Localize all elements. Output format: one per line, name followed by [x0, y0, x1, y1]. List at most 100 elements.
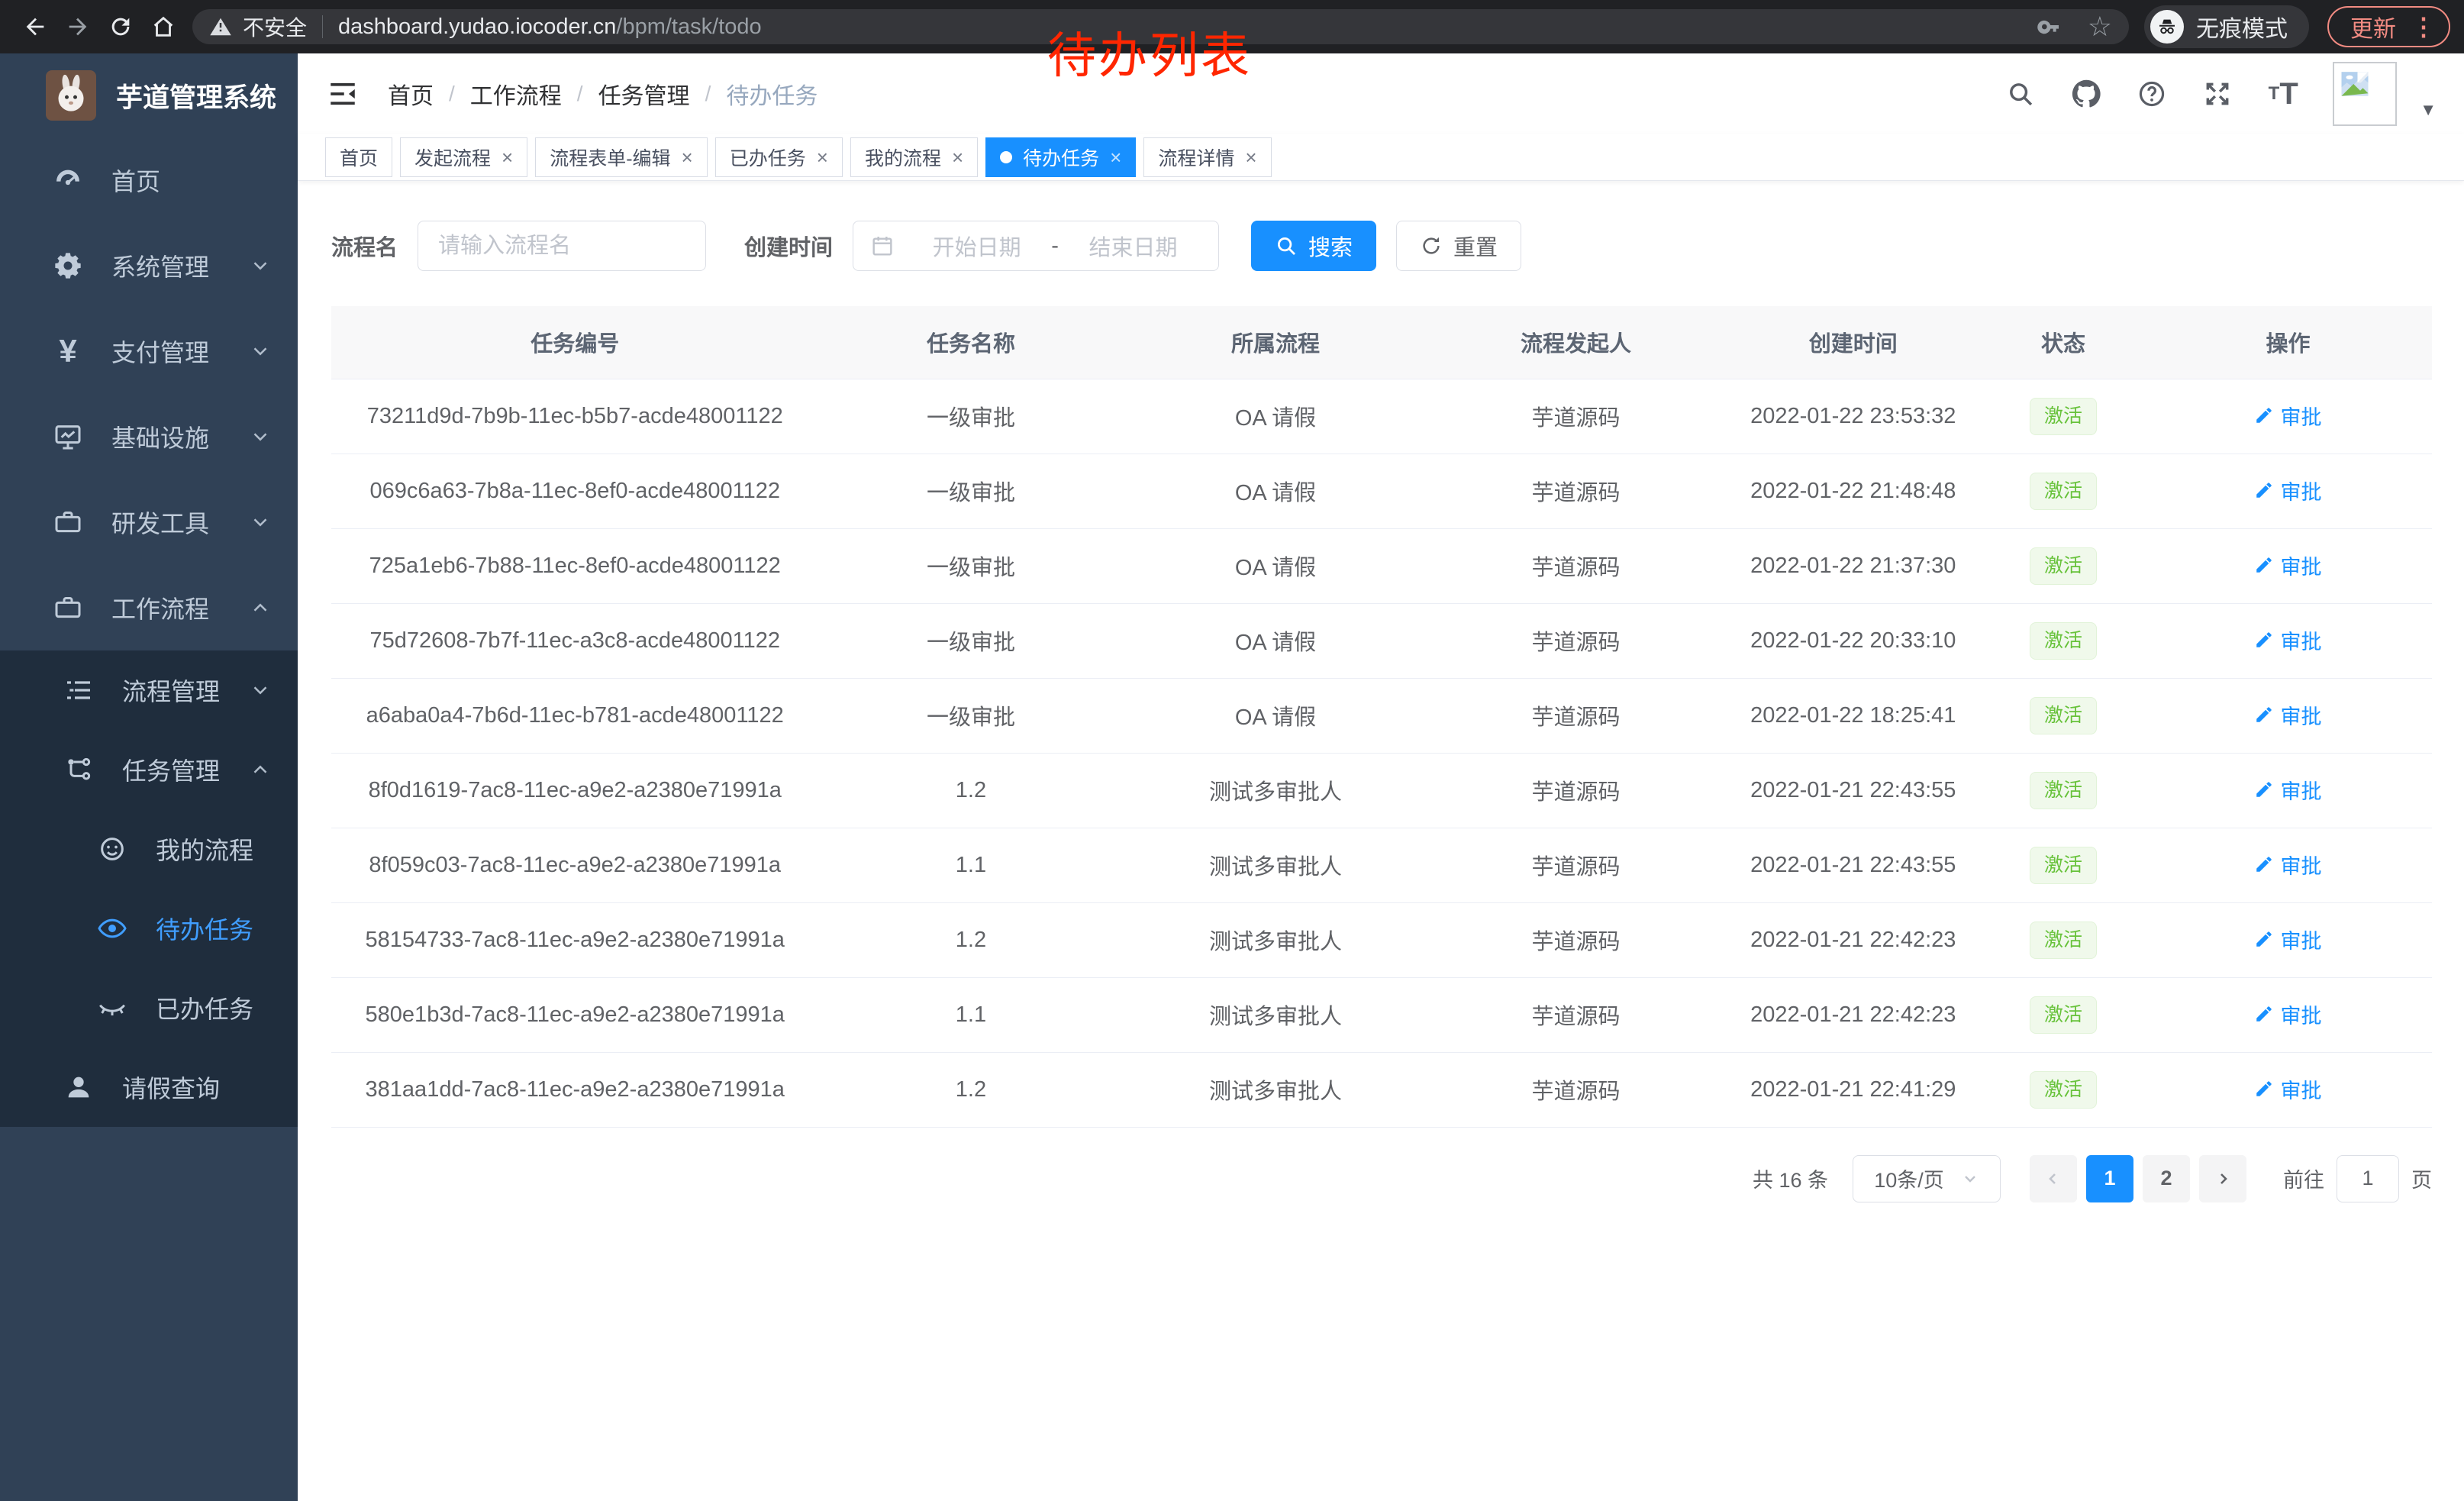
approve-link[interactable]: 审批 [2254, 550, 2321, 580]
date-range-picker[interactable]: 开始日期 - 结束日期 [853, 221, 1219, 271]
sidebar-item-dev-tools[interactable]: 研发工具 [0, 479, 298, 565]
tab-todo-tasks-active[interactable]: 待办任务 × [985, 137, 1136, 177]
breadcrumb: 首页 / 工作流程 / 任务管理 / 待办任务 [388, 77, 818, 111]
breadcrumb-separator: / [577, 82, 583, 106]
close-icon[interactable]: × [682, 147, 693, 167]
page-size-select[interactable]: 10条/页 [1853, 1155, 2001, 1202]
sidebar-item-label: 首页 [111, 163, 160, 198]
sidebar-item-my-process[interactable]: 我的流程 [0, 809, 298, 889]
sidebar-item-label: 研发工具 [111, 505, 209, 540]
browser-reload-button[interactable] [99, 5, 142, 48]
bookmark-star-icon[interactable]: ☆ [2088, 13, 2112, 40]
eye-open-icon [96, 912, 128, 944]
process-name-input[interactable] [418, 221, 706, 271]
red-annotation: 待办列表 [1047, 17, 1252, 87]
font-size-icon[interactable]: TT [2267, 78, 2299, 110]
fullscreen-icon[interactable] [2201, 78, 2233, 110]
tab-start-process[interactable]: 发起流程 × [400, 137, 527, 177]
cell-task-id: 580e1b3d-7ac8-11ec-a9e2-a2380e71991a [331, 977, 818, 1052]
tab-my-process[interactable]: 我的流程 × [850, 137, 978, 177]
cell-created: 2022-01-22 23:53:32 [1724, 379, 1982, 454]
back-arrow-icon [22, 14, 48, 40]
approve-link[interactable]: 审批 [2254, 476, 2321, 505]
chevron-down-icon [249, 511, 272, 534]
cell-task-name: 1.2 [818, 753, 1123, 828]
tab-home[interactable]: 首页 [325, 137, 392, 177]
search-form: 流程名 创建时间 开始日期 - 结束日期 搜索 [331, 221, 2432, 271]
cell-initiator: 芋道源码 [1428, 977, 1724, 1052]
sidebar-item-label: 工作流程 [111, 590, 209, 625]
search-button[interactable]: 搜索 [1251, 221, 1376, 271]
breadcrumb-separator: / [705, 82, 711, 106]
sidebar-item-home[interactable]: 首页 [0, 137, 298, 223]
goto-page-input[interactable] [2337, 1155, 2399, 1202]
cell-process: OA 请假 [1123, 528, 1427, 603]
reset-button[interactable]: 重置 [1396, 221, 1521, 271]
sidebar-item-leave-query[interactable]: 请假查询 [0, 1047, 298, 1127]
status-badge: 激活 [2030, 996, 2097, 1034]
broken-image-icon [2339, 68, 2371, 100]
sidebar-item-label: 支付管理 [111, 334, 209, 369]
sidebar-item-task-management[interactable]: 任务管理 [0, 730, 298, 809]
page-button-1[interactable]: 1 [2086, 1155, 2133, 1202]
sidebar-item-todo-tasks[interactable]: 待办任务 [0, 889, 298, 968]
pencil-icon [2254, 555, 2274, 575]
approve-link[interactable]: 审批 [2254, 775, 2321, 805]
chevron-right-icon [2214, 1170, 2232, 1188]
close-icon[interactable]: × [1245, 147, 1256, 167]
tab-label: 待办任务 [1023, 144, 1099, 171]
tab-process-form-edit[interactable]: 流程表单-编辑 × [535, 137, 708, 177]
sidebar-item-process-management[interactable]: 流程管理 [0, 650, 298, 730]
reload-icon [108, 14, 134, 40]
tab-process-detail[interactable]: 流程详情 × [1143, 137, 1271, 177]
help-question-icon[interactable] [2136, 78, 2168, 110]
approve-link[interactable]: 审批 [2254, 925, 2321, 954]
avatar[interactable] [2333, 62, 2397, 126]
close-icon[interactable]: × [502, 147, 513, 167]
cell-task-id: 58154733-7ac8-11ec-a9e2-a2380e71991a [331, 902, 818, 977]
sidebar-item-payment[interactable]: ¥ 支付管理 [0, 308, 298, 394]
sidebar-item-done-tasks[interactable]: 已办任务 [0, 968, 298, 1047]
browser-forward-button[interactable] [56, 5, 99, 48]
incognito-badge: 无痕模式 [2144, 5, 2309, 48]
password-key-icon[interactable] [2037, 15, 2062, 39]
cell-process: OA 请假 [1123, 678, 1427, 753]
browser-menu-icon[interactable]: ⋮ [2411, 12, 2437, 41]
prev-page-button[interactable] [2030, 1155, 2077, 1202]
table-row: a6aba0a4-7b6d-11ec-b781-acde48001122 一级审… [331, 678, 2432, 753]
browser-back-button[interactable] [14, 5, 56, 48]
search-icon [1275, 234, 1298, 257]
close-icon[interactable]: × [817, 147, 828, 167]
cell-initiator: 芋道源码 [1428, 379, 1724, 454]
close-icon[interactable]: × [1110, 147, 1121, 167]
approve-link[interactable]: 审批 [2254, 850, 2321, 880]
search-icon[interactable] [2004, 78, 2037, 110]
cell-created: 2022-01-22 20:33:10 [1724, 603, 1982, 678]
approve-link[interactable]: 审批 [2254, 1074, 2321, 1104]
toolbox-icon [52, 592, 84, 624]
approve-link[interactable]: 审批 [2254, 999, 2321, 1029]
avatar-dropdown-caret-icon[interactable]: ▼ [2420, 100, 2437, 126]
sidebar-collapse-icon[interactable] [325, 76, 360, 111]
tab-done-tasks[interactable]: 已办任务 × [715, 137, 843, 177]
next-page-button[interactable] [2199, 1155, 2246, 1202]
app-logo-row[interactable]: 芋道管理系统 [0, 53, 298, 137]
breadcrumb-item[interactable]: 工作流程 [470, 77, 562, 111]
github-icon[interactable] [2070, 78, 2102, 110]
approve-link[interactable]: 审批 [2254, 401, 2321, 431]
breadcrumb-item[interactable]: 首页 [388, 77, 434, 111]
breadcrumb-item[interactable]: 任务管理 [598, 77, 690, 111]
col-status: 状态 [1982, 306, 2144, 379]
status-badge: 激活 [2030, 398, 2097, 435]
chevron-down-icon [249, 425, 272, 448]
page-button-2[interactable]: 2 [2143, 1155, 2190, 1202]
sidebar-item-system[interactable]: 系统管理 [0, 223, 298, 308]
status-badge: 激活 [2030, 697, 2097, 734]
sidebar-item-workflow[interactable]: 工作流程 [0, 565, 298, 650]
approve-link[interactable]: 审批 [2254, 700, 2321, 730]
sidebar-item-infrastructure[interactable]: 基础设施 [0, 394, 298, 479]
browser-home-button[interactable] [142, 5, 185, 48]
browser-update-button[interactable]: 更新 ⋮ [2327, 6, 2450, 47]
approve-link[interactable]: 审批 [2254, 625, 2321, 655]
close-icon[interactable]: × [952, 147, 963, 167]
